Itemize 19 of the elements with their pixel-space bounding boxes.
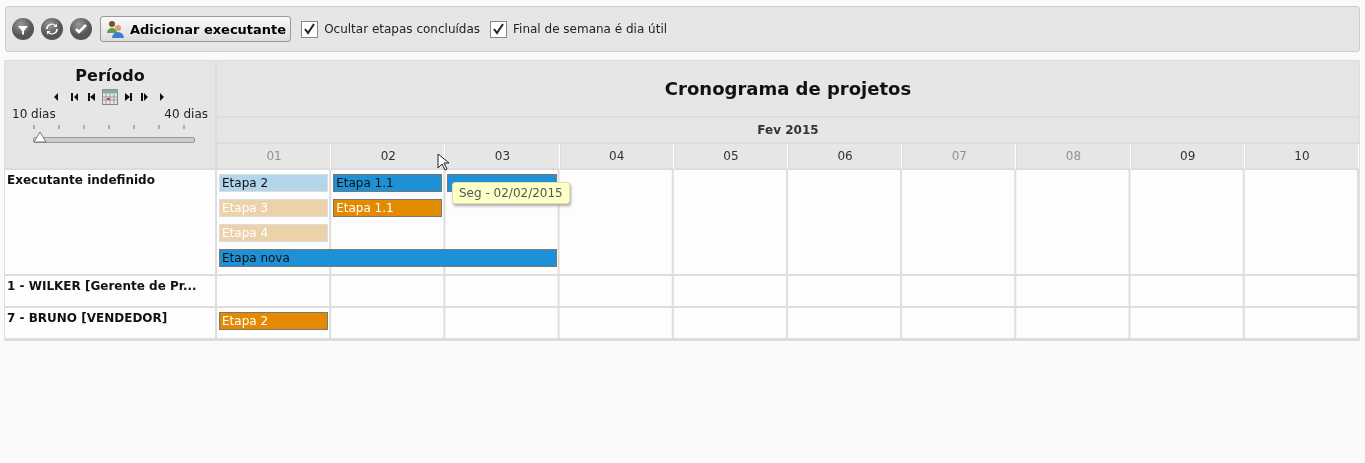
- day-header: 06: [788, 144, 903, 170]
- day-header: 05: [673, 144, 788, 170]
- day-header: 10: [1244, 144, 1359, 170]
- day-header: 04: [559, 144, 674, 170]
- period-title: Período: [75, 66, 145, 86]
- day-header: 07: [902, 144, 1017, 170]
- day-header: 08: [1016, 144, 1131, 170]
- day-header: 01: [217, 144, 332, 170]
- chart-title: Cronograma de projetos: [217, 61, 1359, 118]
- executor-name: 7 - BRUNO [VENDEDOR]: [5, 308, 217, 340]
- min-label: 10 dias: [12, 107, 56, 121]
- tooltip: Seg - 02/02/2015: [452, 182, 570, 204]
- day-header: 02: [331, 144, 446, 170]
- executor-name: 1 - WILKER [Gerente de Pr...: [5, 276, 217, 308]
- month-header: Fev 2015: [217, 118, 1359, 144]
- day-header: 09: [1130, 144, 1245, 170]
- max-label: 40 dias: [164, 107, 208, 121]
- executor-name: Executante indefinido: [5, 170, 217, 276]
- day-header: 03: [445, 144, 560, 170]
